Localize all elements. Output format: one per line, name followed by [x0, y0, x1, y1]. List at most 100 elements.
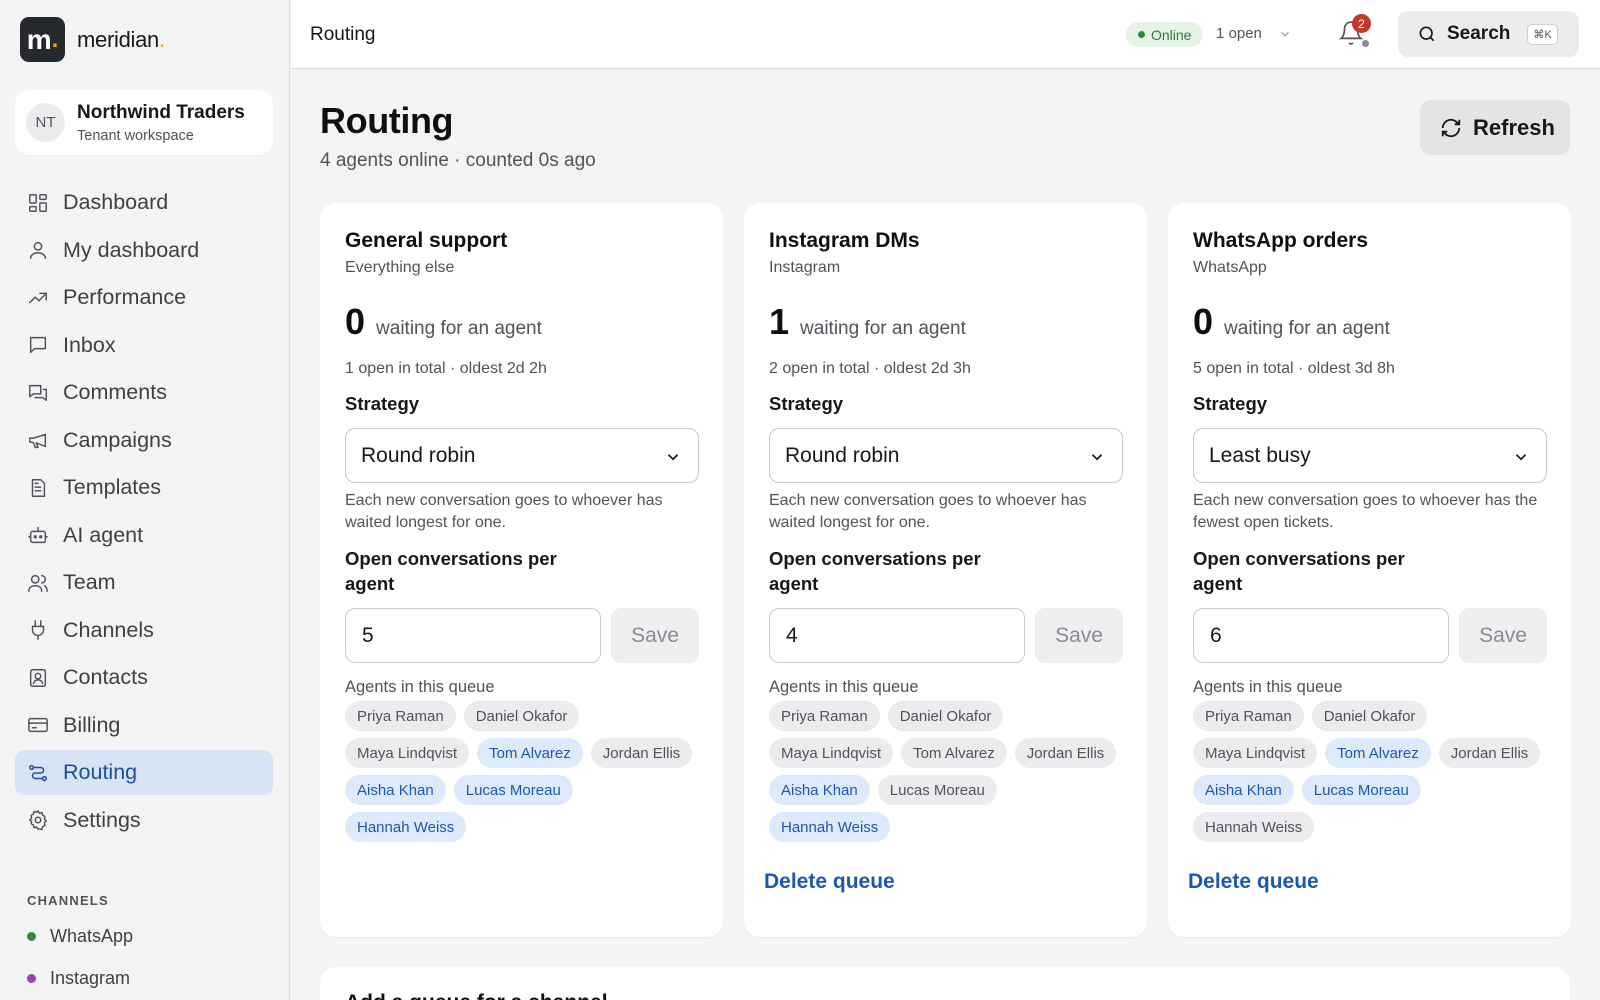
save-button[interactable]: Save [1035, 608, 1123, 663]
sidebar-item-performance[interactable]: Performance [15, 275, 273, 320]
strategy-select[interactable]: Least busy [1193, 428, 1547, 483]
waiting-number: 1 [769, 301, 790, 342]
search-button[interactable]: Search ⌘K [1398, 11, 1579, 57]
strategy-select[interactable]: Round robin [769, 428, 1123, 483]
sidebar-item-my-dashboard[interactable]: My dashboard [15, 228, 273, 273]
presence-dot-icon [1361, 39, 1370, 48]
status-dot-icon [27, 932, 36, 941]
megaphone-icon [27, 429, 49, 451]
agent-chip[interactable]: Lucas Moreau [453, 775, 573, 805]
agent-chip[interactable]: Daniel Okafor [463, 701, 580, 731]
agent-chip[interactable]: Aisha Khan [769, 775, 870, 805]
agent-chip[interactable]: Tom Alvarez [477, 738, 583, 768]
refresh-button[interactable]: Refresh [1420, 100, 1570, 155]
agent-chip[interactable]: Hannah Weiss [345, 812, 467, 842]
agent-chip[interactable]: Priya Raman [1193, 701, 1304, 731]
sidebar-item-label: Routing [63, 760, 138, 784]
open-summary: 2 open in total · oldest 2d 3h [769, 360, 971, 377]
save-button[interactable]: Save [1459, 608, 1547, 663]
agent-chip[interactable]: Hannah Weiss [769, 812, 891, 842]
waiting-label: waiting for an agent [376, 318, 542, 339]
waiting-count: 0 waiting for an agent [345, 301, 542, 343]
strategy-description: Each new conversation goes to whoever ha… [1193, 492, 1538, 531]
waiting-number: 0 [345, 301, 366, 342]
queue-channel: Everything else [345, 259, 455, 276]
sidebar-item-settings[interactable]: Settings [15, 798, 273, 843]
agent-chip[interactable]: Aisha Khan [1193, 775, 1294, 805]
sidebar-item-label: Campaigns [63, 427, 172, 452]
sidebar-item-team[interactable]: Team [15, 560, 273, 605]
channel-item-whatsapp[interactable]: WhatsApp [27, 926, 133, 947]
agent-chip[interactable]: Lucas Moreau [1301, 775, 1421, 805]
channel-label: Instagram [50, 968, 131, 988]
agent-chip[interactable]: Lucas Moreau [877, 775, 997, 805]
sidebar-item-label: Settings [63, 807, 141, 832]
agent-chip[interactable]: Tom Alvarez [901, 738, 1007, 768]
delete-queue-button[interactable]: Delete queue [1188, 870, 1319, 894]
sidebar-nav: Dashboard My dashboard Performance Inbox Com… [15, 180, 273, 845]
comments-icon [27, 382, 49, 404]
agent-chip[interactable]: Jordan Ellis [1438, 738, 1541, 768]
agent-chip[interactable]: Daniel Okafor [1311, 701, 1428, 731]
waiting-label: waiting for an agent [1224, 318, 1390, 339]
capacity-input[interactable] [345, 608, 601, 663]
strategy-select[interactable]: Round robin [345, 428, 699, 483]
agent-chip[interactable]: Jordan Ellis [590, 738, 693, 768]
agent-chip[interactable]: Maya Lindqvist [1193, 738, 1318, 768]
strategy-value: Round robin [361, 443, 476, 467]
sidebar-item-label: Performance [63, 285, 187, 309]
chevron-down-icon [1091, 454, 1103, 461]
gear-icon [27, 809, 49, 831]
capacity-input[interactable] [1193, 608, 1449, 663]
save-button[interactable]: Save [611, 608, 699, 663]
workspace-name: Northwind Traders [77, 101, 245, 123]
sidebar-item-billing[interactable]: Billing [15, 703, 273, 748]
sidebar-item-comments[interactable]: Comments [15, 370, 273, 415]
queue-name: WhatsApp orders [1193, 229, 1369, 252]
agent-chip[interactable]: Maya Lindqvist [345, 738, 470, 768]
capacity-label: Open conversations per agent [769, 548, 981, 594]
delete-queue-button[interactable]: Delete queue [764, 870, 895, 894]
agent-chip[interactable]: Daniel Okafor [887, 701, 1004, 731]
agent-chip[interactable]: Aisha Khan [345, 775, 446, 805]
open-count-dropdown[interactable]: 1 open [1216, 25, 1292, 42]
agent-chip[interactable]: Tom Alvarez [1325, 738, 1431, 768]
page-title: Routing [320, 100, 454, 141]
agent-chip[interactable]: Priya Raman [769, 701, 880, 731]
workspace-switcher[interactable]: NT Northwind Traders Tenant workspace [15, 90, 273, 155]
strategy-value: Round robin [785, 443, 900, 467]
capacity-label: Open conversations per agent [1193, 548, 1405, 594]
agent-chip[interactable]: Maya Lindqvist [769, 738, 894, 768]
chevron-down-icon [1515, 454, 1527, 461]
sidebar: m. meridian. NT Northwind Traders Tenant… [0, 0, 290, 1000]
grid-icon [27, 192, 49, 214]
topbar: Routing Online 1 open 2 Search ⌘K [291, 0, 1600, 69]
channel-item-instagram[interactable]: Instagram [27, 968, 130, 989]
capacity-input[interactable] [769, 608, 1025, 663]
sidebar-item-routing[interactable]: Routing [15, 750, 273, 795]
sidebar-item-contacts[interactable]: Contacts [15, 655, 273, 700]
waiting-number: 0 [1193, 301, 1214, 342]
sidebar-item-ai-agent[interactable]: AI agent [15, 513, 273, 558]
sidebar-item-templates[interactable]: Templates [15, 465, 273, 510]
open-summary: 5 open in total · oldest 3d 8h [1193, 360, 1395, 377]
sidebar-item-dashboard[interactable]: Dashboard [15, 180, 273, 225]
brand[interactable]: m. meridian. [20, 17, 165, 62]
sidebar-item-label: Inbox [63, 332, 116, 357]
status-label: Online [1151, 26, 1192, 43]
agent-chip[interactable]: Priya Raman [345, 701, 456, 731]
sidebar-item-inbox[interactable]: Inbox [15, 323, 273, 368]
agent-chip[interactable]: Hannah Weiss [1193, 812, 1315, 842]
search-icon [1419, 26, 1435, 42]
sidebar-item-campaigns[interactable]: Campaigns [15, 418, 273, 463]
sidebar-item-channels[interactable]: Channels [15, 608, 273, 653]
search-label: Search [1447, 23, 1511, 44]
agent-chip[interactable]: Jordan Ellis [1014, 738, 1117, 768]
notifications-button[interactable]: 2 [1338, 14, 1371, 50]
strategy-label: Strategy [769, 393, 844, 414]
logo-mark: m. [20, 17, 65, 62]
topbar-title: Routing [310, 24, 376, 45]
add-queue-card: Add a queue for a channel [320, 967, 1570, 1000]
waiting-count: 0 waiting for an agent [1193, 301, 1390, 343]
status-badge[interactable]: Online [1126, 22, 1204, 47]
